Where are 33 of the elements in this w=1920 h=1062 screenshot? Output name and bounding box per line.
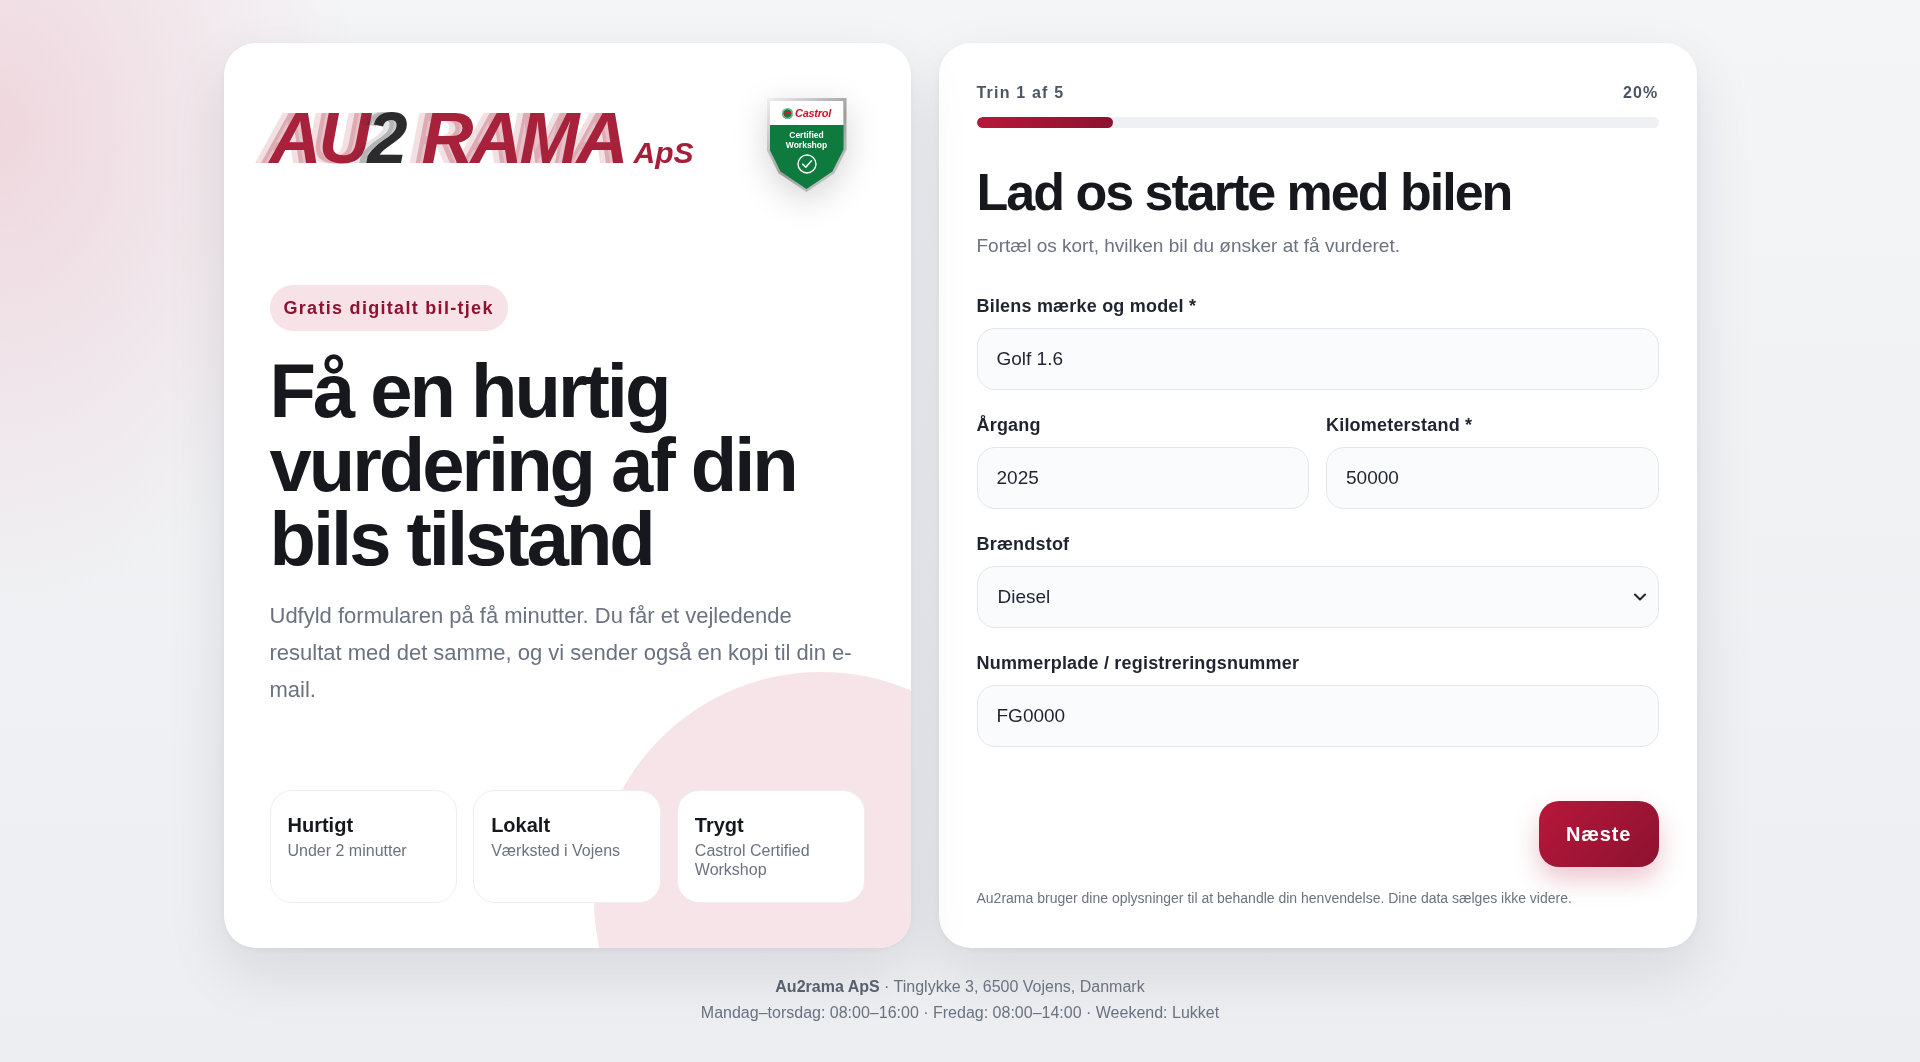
feature-text: Værksted i Vojens bbox=[491, 841, 622, 860]
feature-text: Under 2 minutter bbox=[287, 841, 408, 860]
field-label: Nummerplade / registreringsnummer bbox=[976, 653, 1301, 673]
feature-title: Lokalt bbox=[491, 813, 552, 837]
text-field[interactable]: 50000 bbox=[1326, 447, 1659, 509]
feature-text: Castrol Certified Workshop bbox=[694, 841, 811, 879]
chevron-down-icon bbox=[1633, 593, 1646, 601]
field-label: Bilens mærke og model * bbox=[976, 296, 1198, 316]
company-logo: AU2 RAMA ApS bbox=[267, 101, 694, 180]
field-label: Årgang bbox=[976, 415, 1042, 435]
brand-mark-icon bbox=[782, 107, 794, 119]
text-field[interactable]: 2025 bbox=[976, 447, 1309, 509]
hero-heading: Få en hurtig vurdering af din bils tilstand bbox=[269, 354, 797, 576]
progress-percent: 20% bbox=[1622, 83, 1659, 103]
feature-title: Trygt bbox=[694, 813, 745, 837]
shield-caption: Certified Workshop bbox=[784, 130, 829, 150]
shield-brand: Castrol bbox=[795, 107, 831, 119]
feature-title: Hurtigt bbox=[287, 813, 355, 837]
privacy-note: Au2rama bruger dine oplysninger til at behandle din henvendelse. Dine data sælges ikke videre. bbox=[976, 889, 1573, 907]
text-field[interactable]: FG0000 bbox=[976, 685, 1659, 747]
footer-address: Au2rama ApS · Tinglykke 3, 6500 Vojens, Danmark bbox=[774, 977, 1146, 997]
hero-description: Udfyld formularen på få minutter. Du får et vejledende resultat med det samme, og vi sender også en kopi til din e-mail. bbox=[269, 602, 853, 704]
next-button[interactable]: Næste bbox=[1538, 801, 1659, 867]
select-field[interactable]: Diesel bbox=[976, 566, 1659, 628]
form-title: Lad os starte med bilen bbox=[976, 162, 1513, 222]
field-label: Kilometerstand * bbox=[1326, 415, 1474, 435]
footer-hours: Mandag–torsdag: 08:00–16:00 · Fredag: 08:00–14:00 · Weekend: Lukket bbox=[700, 1003, 1220, 1023]
form-subtitle: Fortæl os kort, hvilken bil du ønsker at få vurderet. bbox=[976, 234, 1401, 258]
check-circle-icon bbox=[796, 154, 817, 174]
promo-tag: Gratis digitalt bil-tjek bbox=[269, 285, 508, 331]
step-counter: Trin 1 af 5 bbox=[976, 83, 1065, 103]
field-label: Brændstof bbox=[976, 534, 1071, 554]
text-field[interactable]: Golf 1.6 bbox=[976, 328, 1659, 390]
